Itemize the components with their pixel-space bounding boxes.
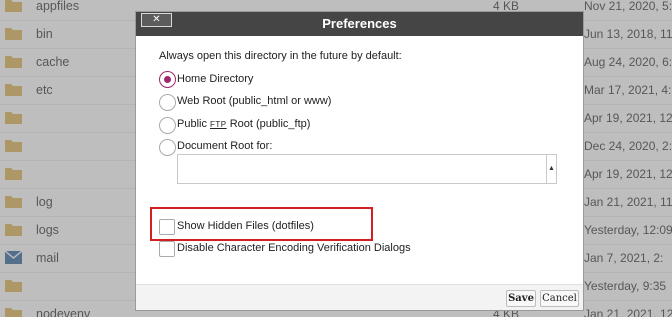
preferences-dialog: ✕ Preferences Always open this directory… xyxy=(135,11,584,311)
document-root-select[interactable]: ▲ xyxy=(177,154,557,184)
highlight-box xyxy=(150,207,373,241)
public-ftp-root-label: Public FTP Root (public_ftp) xyxy=(177,118,310,130)
document-root-label: Document Root for: xyxy=(177,140,273,152)
disable-encoding-dialogs-checkbox[interactable] xyxy=(159,241,175,257)
document-root-radio[interactable] xyxy=(159,139,176,156)
web-root-radio[interactable] xyxy=(159,94,176,111)
dropdown-arrow-icon[interactable]: ▲ xyxy=(546,155,556,183)
dialog-titlebar: ✕ Preferences xyxy=(136,12,583,36)
save-button[interactable]: Save xyxy=(506,290,536,307)
disable-encoding-dialogs-label: Disable Character Encoding Verification … xyxy=(177,242,411,254)
web-root-label: Web Root (public_html or www) xyxy=(177,95,332,107)
cancel-button[interactable]: Cancel xyxy=(540,290,579,307)
dialog-title: Preferences xyxy=(322,16,397,31)
public-label: Public xyxy=(177,118,211,130)
root-public-ftp-label: Root (public_ftp) xyxy=(226,118,311,130)
ftp-abbr: FTP xyxy=(210,120,227,129)
home-directory-radio[interactable] xyxy=(159,71,176,88)
home-directory-label: Home Directory xyxy=(177,73,254,85)
dialog-footer: Save Cancel xyxy=(136,284,583,310)
public-ftp-root-radio[interactable] xyxy=(159,117,176,134)
default-directory-label: Always open this directory in the future… xyxy=(159,50,402,62)
dialog-body: Always open this directory in the future… xyxy=(140,40,579,280)
